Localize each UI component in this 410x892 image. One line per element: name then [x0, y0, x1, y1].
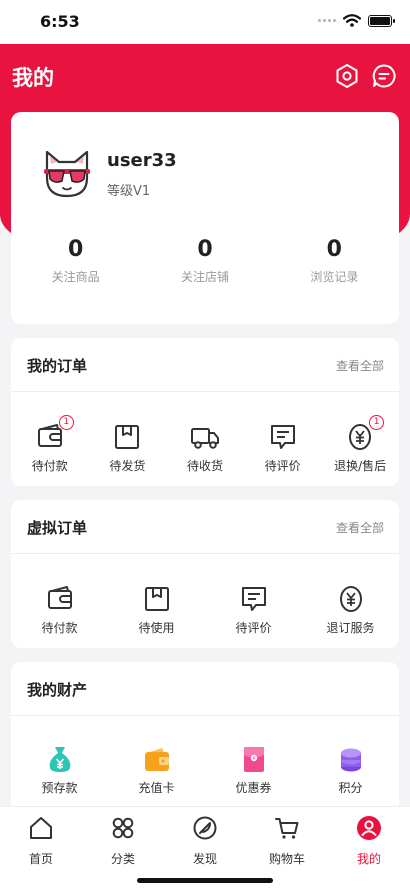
discover-icon [193, 816, 217, 840]
tab-home[interactable]: 首页 [0, 807, 82, 892]
svg-text:¥: ¥ [252, 756, 255, 762]
points-stack-icon [336, 744, 366, 774]
wallet-icon [45, 584, 75, 614]
status-time: 6:53 [40, 12, 80, 31]
stat-value: 0 [68, 237, 84, 262]
comment-icon [239, 584, 269, 614]
virtual-pending-use[interactable]: 待使用 [108, 584, 205, 636]
yen-refund-icon [336, 584, 366, 614]
order-pending-receipt[interactable]: 待收货 [166, 422, 244, 474]
wifi-icon [343, 14, 361, 27]
assets-row: 预存款 充值卡 ¥ 优惠券 积分 [11, 744, 399, 796]
box-icon [142, 584, 172, 614]
virtual-refund-service[interactable]: 退订服务 [302, 584, 399, 636]
asset-recharge-card[interactable]: 充值卡 [108, 744, 205, 796]
icon-label: 充值卡 [138, 781, 175, 795]
section-header: 我的订单 查看全部 [11, 338, 399, 392]
stat-value: 0 [197, 237, 213, 262]
order-refund-aftersale[interactable]: 1 退换/售后 [321, 415, 399, 474]
icon-label: 待付款 [31, 459, 68, 473]
badge-count: 1 [58, 415, 74, 430]
icon-label: 退订服务 [326, 621, 375, 635]
stat-followed-stores[interactable]: 0 关注店铺 [140, 236, 269, 285]
virtual-pending-payment[interactable]: 待付款 [11, 584, 108, 636]
user-icon [357, 816, 381, 840]
asset-points[interactable]: 积分 [302, 744, 399, 796]
avatar[interactable] [41, 148, 93, 200]
icon-label: 待发货 [109, 459, 146, 473]
cellular-signal-icon [318, 19, 336, 22]
cart-icon [275, 818, 299, 839]
settings-icon[interactable] [334, 63, 360, 89]
icon-label: 退换/售后 [334, 459, 387, 473]
icon-label: 优惠券 [235, 781, 272, 795]
home-indicator [137, 878, 273, 883]
section-header: 我的财产 [11, 662, 399, 716]
status-bar: 6:53 [0, 0, 410, 44]
asset-prepaid-deposit[interactable]: 预存款 [11, 744, 108, 796]
order-pending-review[interactable]: 待评价 [244, 422, 322, 474]
view-all-virtual-orders-link[interactable]: 查看全部 [336, 519, 384, 536]
tab-label: 我的 [356, 852, 381, 866]
stat-value: 0 [326, 237, 342, 262]
profile-card: user33 等级V1 0 关注商品 0 关注店铺 0 浏览记录 [11, 112, 399, 324]
tab-label: 首页 [28, 852, 53, 866]
icon-label: 待使用 [138, 621, 175, 635]
stat-label: 关注商品 [51, 270, 100, 284]
order-pending-shipment[interactable]: 待发货 [89, 422, 167, 474]
order-status-row: 1 待付款 待发货 待收货 待评价 1 退换/售后 [11, 415, 399, 474]
virtual-orders-card: 虚拟订单 查看全部 待付款 待使用 待评价 退订服务 [11, 500, 399, 648]
status-icons [318, 14, 395, 27]
icon-label: 待付款 [41, 621, 78, 635]
icon-label: 待评价 [235, 621, 272, 635]
section-header: 虚拟订单 查看全部 [11, 500, 399, 554]
category-icon [112, 817, 134, 839]
section-title: 我的财产 [27, 681, 88, 699]
virtual-order-status-row: 待付款 待使用 待评价 退订服务 [11, 584, 399, 636]
truck-icon [190, 422, 220, 452]
battery-icon [368, 14, 395, 27]
icon-label: 预存款 [41, 781, 78, 795]
wallet-icon: 1 [35, 415, 74, 452]
view-all-orders-link[interactable]: 查看全部 [336, 357, 384, 374]
coupon-icon: ¥ [239, 744, 269, 774]
icon-label: 待收货 [186, 459, 223, 473]
box-icon [112, 422, 142, 452]
tab-label: 购物车 [268, 852, 305, 866]
tab-mine[interactable]: 我的 [328, 807, 410, 892]
icon-label: 积分 [338, 781, 363, 795]
comment-icon [268, 422, 298, 452]
recharge-card-icon [142, 744, 172, 774]
stat-followed-products[interactable]: 0 关注商品 [11, 236, 140, 285]
my-assets-card: 我的财产 预存款 充值卡 ¥ 优惠券 积分 [11, 662, 399, 812]
virtual-pending-review[interactable]: 待评价 [205, 584, 302, 636]
my-orders-card: 我的订单 查看全部 1 待付款 待发货 待收货 待评价 1 退换/售后 [11, 338, 399, 486]
stat-label: 浏览记录 [310, 270, 359, 284]
tab-label: 分类 [110, 852, 135, 866]
username[interactable]: user33 [107, 150, 177, 171]
icon-label: 待评价 [264, 459, 301, 473]
profile-stats: 0 关注商品 0 关注店铺 0 浏览记录 [11, 236, 399, 285]
stat-label: 关注店铺 [180, 270, 229, 284]
section-title: 我的订单 [27, 357, 88, 375]
money-bag-icon [45, 744, 75, 774]
yen-refund-icon: 1 [345, 415, 385, 452]
message-icon[interactable] [371, 63, 397, 89]
asset-coupon[interactable]: ¥ 优惠券 [205, 744, 302, 796]
tab-label: 发现 [192, 852, 217, 866]
order-pending-payment[interactable]: 1 待付款 [11, 415, 89, 474]
user-level: 等级V1 [107, 184, 151, 199]
badge-count: 1 [369, 415, 385, 430]
stat-browse-history[interactable]: 0 浏览记录 [270, 236, 399, 285]
home-icon [30, 817, 52, 839]
section-title: 虚拟订单 [27, 519, 88, 537]
page-title: 我的 [12, 66, 54, 90]
